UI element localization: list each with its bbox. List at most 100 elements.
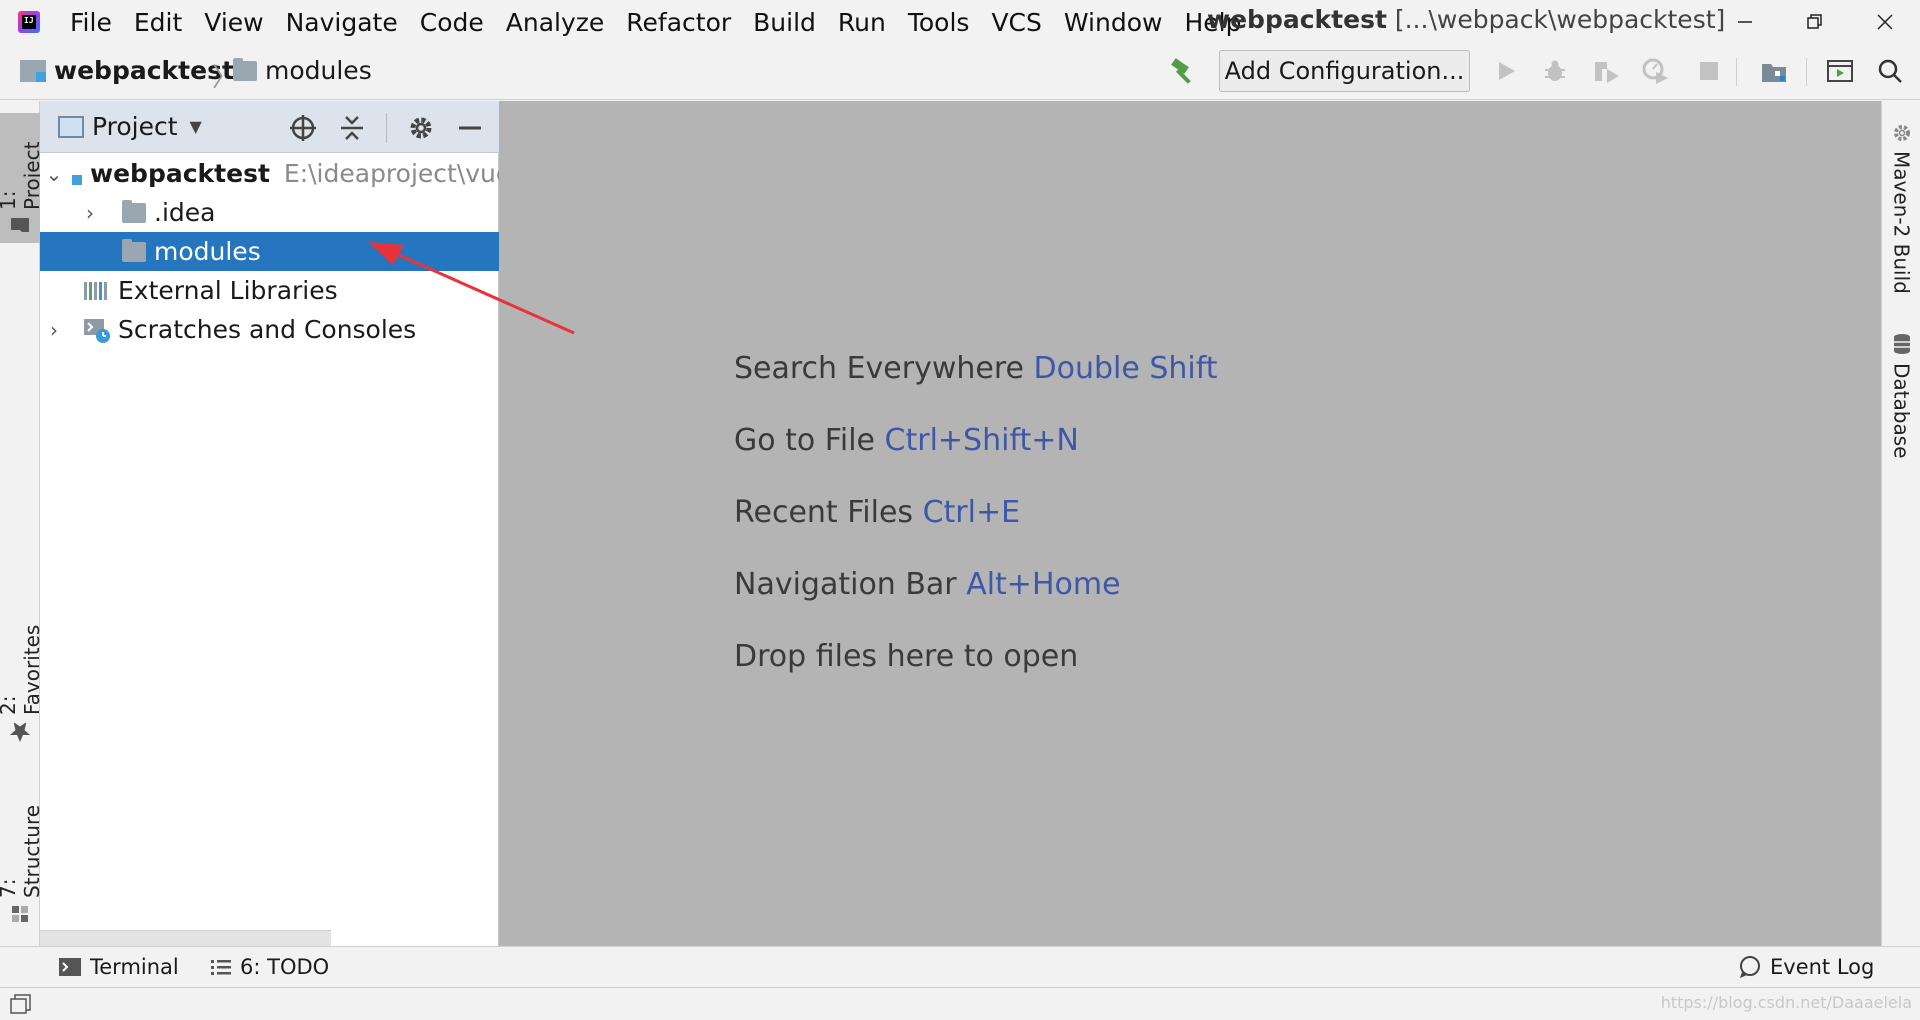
tree-item-label: Scratches and Consoles	[118, 315, 417, 344]
hint-recent-files: Recent Files Ctrl+E	[734, 495, 1020, 530]
add-configuration-button[interactable]: Add Configuration...	[1219, 50, 1470, 92]
minimize-icon	[1738, 21, 1752, 23]
menu-code[interactable]: Code	[408, 8, 494, 37]
project-tool-window: Project ▼ ⌄ webpacktest E:\ideaproject\v…	[40, 101, 499, 946]
menu-navigate[interactable]: Navigate	[274, 8, 408, 37]
menu-run[interactable]: Run	[826, 8, 896, 37]
stop-button[interactable]	[1694, 56, 1724, 86]
menu-refactor[interactable]: Refactor	[614, 8, 741, 37]
hint-shortcut: Alt+Home	[966, 567, 1121, 602]
menu-view[interactable]: View	[192, 8, 273, 37]
menu-window[interactable]: Window	[1052, 8, 1173, 37]
run-button[interactable]	[1491, 56, 1521, 86]
hint-shortcut: Ctrl+Shift+N	[884, 423, 1079, 458]
menu-tools[interactable]: Tools	[896, 8, 980, 37]
tool-tab-project-label: 1: Project	[0, 141, 44, 210]
close-icon	[1877, 14, 1893, 30]
folder-icon	[122, 199, 146, 223]
project-view-icon	[58, 115, 84, 138]
stop-icon	[1700, 62, 1718, 80]
folder-icon	[122, 238, 146, 262]
watermark-text: https://blog.csdn.net/Daaaelela	[1660, 993, 1912, 1012]
tool-tab-database[interactable]: Database	[1882, 327, 1920, 477]
star-icon	[10, 722, 30, 742]
hint-navigation-bar: Navigation Bar Alt+Home	[734, 567, 1121, 602]
tool-tab-terminal[interactable]: Terminal	[58, 955, 179, 979]
structure-icon	[12, 906, 28, 922]
main-menu: File Edit View Navigate Code Analyze Ref…	[58, 0, 1251, 44]
debug-button[interactable]	[1540, 56, 1570, 86]
search-icon	[1878, 59, 1902, 83]
project-structure-button[interactable]	[1759, 56, 1789, 86]
toggle-tool-windows-icon[interactable]	[10, 994, 32, 1014]
chevron-down-icon[interactable]: ⌄	[44, 162, 64, 186]
search-everywhere-button[interactable]	[1875, 56, 1905, 86]
tool-tab-todo[interactable]: 6: TODO	[210, 955, 329, 979]
crosshair-icon	[290, 115, 316, 141]
breadcrumb-folder[interactable]: modules	[233, 56, 372, 85]
tree-item-label: .idea	[154, 198, 216, 227]
tool-tab-project[interactable]: 1: Project	[0, 113, 44, 243]
bottom-tool-bar: Terminal 6: TODO Event Log	[0, 946, 1920, 988]
breadcrumb-project-label: webpacktest	[54, 56, 234, 85]
tree-item-external-libraries[interactable]: External Libraries	[40, 271, 499, 310]
horizontal-scrollbar[interactable]	[40, 930, 331, 946]
tree-item-scratches[interactable]: › Scratches and Consoles	[40, 310, 499, 349]
breadcrumb-folder-label: modules	[265, 56, 372, 85]
hint-go-to-file: Go to File Ctrl+Shift+N	[734, 423, 1079, 458]
tree-item-path: E:\ideaproject\vue\	[283, 159, 499, 188]
tool-tab-terminal-label: Terminal	[90, 955, 179, 979]
tool-tab-event-log[interactable]: Event Log	[1738, 955, 1874, 979]
profile-button[interactable]	[1640, 56, 1670, 86]
tree-item-webpacktest[interactable]: ⌄ webpacktest E:\ideaproject\vue\	[40, 154, 499, 193]
tree-item-label: modules	[154, 237, 261, 266]
restore-button[interactable]	[1780, 0, 1850, 44]
breadcrumb-project[interactable]: webpacktest	[20, 56, 234, 85]
todo-list-icon	[211, 960, 231, 975]
tool-tab-structure[interactable]: 7: Structure	[0, 781, 44, 931]
collapse-all-button[interactable]	[337, 113, 367, 143]
run-anything-icon	[1827, 60, 1853, 82]
terminal-icon	[59, 958, 81, 976]
database-icon	[1893, 334, 1910, 354]
chevron-right-icon[interactable]: ›	[80, 201, 100, 225]
menu-analyze[interactable]: Analyze	[494, 8, 615, 37]
tool-tab-structure-label: 7: Structure	[0, 805, 44, 899]
event-log-icon	[1740, 956, 1760, 978]
maven-gear-icon	[1893, 125, 1910, 141]
tree-item-label: webpacktest	[90, 159, 270, 188]
run-icon	[1499, 62, 1515, 80]
tree-item-label: External Libraries	[118, 276, 338, 305]
toolbar-separator	[1736, 58, 1737, 86]
title-bar: IJ File Edit View Navigate Code Analyze …	[0, 0, 1920, 44]
build-hammer-icon[interactable]	[1168, 58, 1198, 86]
window-title-path: [...\webpack\webpacktest]	[1386, 5, 1726, 34]
window-title: webpacktest [...\webpack\webpacktest]	[1207, 5, 1725, 34]
menu-file[interactable]: File	[58, 8, 122, 37]
menu-build[interactable]: Build	[741, 8, 826, 37]
panel-settings-button[interactable]	[406, 113, 436, 143]
project-view-selector[interactable]: Project ▼	[58, 112, 202, 141]
project-panel-header: Project ▼	[40, 101, 499, 153]
hint-text: Recent Files	[734, 495, 923, 530]
chevron-right-icon[interactable]: ›	[44, 318, 64, 342]
tree-item-idea[interactable]: › .idea	[40, 193, 499, 232]
hint-shortcut: Double Shift	[1033, 351, 1218, 386]
tool-tab-favorites[interactable]: 2: Favorites	[0, 601, 44, 751]
window-controls	[1710, 0, 1920, 44]
hint-text: Search Everywhere	[734, 351, 1034, 386]
menu-edit[interactable]: Edit	[122, 8, 192, 37]
minimize-button[interactable]	[1710, 0, 1780, 44]
hint-text: Go to File	[734, 423, 885, 458]
run-anything-button[interactable]	[1825, 56, 1855, 86]
tool-tab-todo-label: 6: TODO	[240, 955, 330, 979]
tree-item-modules[interactable]: modules	[40, 232, 499, 271]
hide-panel-button[interactable]	[455, 113, 485, 143]
editor-empty-area[interactable]: Search Everywhere Double Shift Go to Fil…	[499, 101, 1881, 946]
locate-file-button[interactable]	[288, 113, 318, 143]
run-with-coverage-button[interactable]	[1591, 56, 1621, 86]
close-button[interactable]	[1850, 0, 1920, 44]
intellij-logo-icon[interactable]: IJ	[18, 11, 40, 33]
menu-vcs[interactable]: VCS	[979, 8, 1051, 37]
tool-tab-maven[interactable]: Maven-2 Build	[1882, 117, 1920, 317]
